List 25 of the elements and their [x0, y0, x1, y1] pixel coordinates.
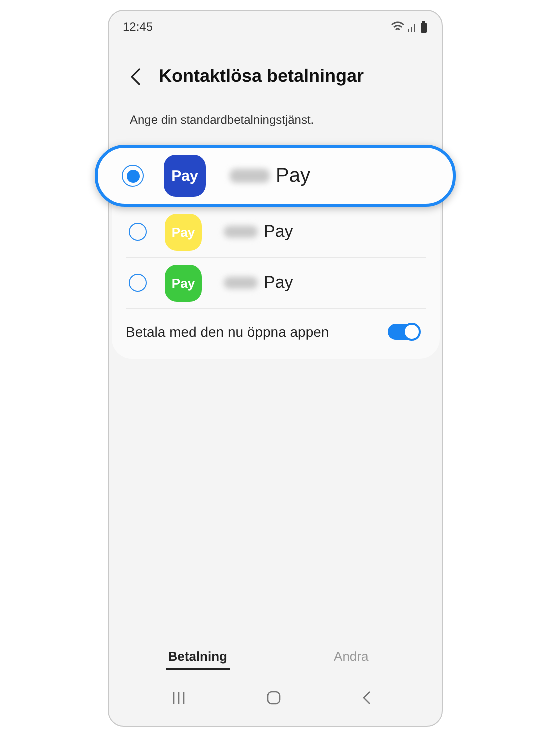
status-time: 12:45	[123, 20, 154, 34]
radio-button[interactable]	[129, 223, 147, 241]
radio-button[interactable]	[122, 165, 144, 187]
app-icon: Pay	[165, 214, 202, 250]
app-icon: Pay	[164, 155, 206, 197]
section-description: Ange din standardbetalningstjänst.	[129, 112, 316, 127]
toggle-switch[interactable]	[388, 324, 420, 340]
page-title: Kontaktlösa betalningar	[159, 66, 364, 87]
service-row[interactable]: Pay Pay	[126, 258, 426, 308]
redacted-name	[224, 277, 258, 289]
radio-button[interactable]	[129, 274, 147, 292]
tab[interactable]: Betalning	[166, 645, 230, 670]
home-icon[interactable]	[266, 691, 280, 705]
status-icons	[391, 21, 429, 33]
service-name: Pay	[276, 164, 310, 188]
service-row[interactable]: Pay Pay	[126, 207, 426, 257]
redacted-name	[230, 169, 270, 183]
service-name: Pay	[264, 273, 294, 293]
recent-apps-icon[interactable]	[172, 691, 186, 705]
service-name: Pay	[264, 222, 294, 242]
redacted-name	[224, 226, 258, 238]
setting-label: Betala med den nu öppna appen	[126, 324, 330, 340]
back-icon[interactable]	[131, 68, 141, 86]
app-icon: Pay	[165, 264, 202, 302]
highlighted-service-row[interactable]: Pay Pay	[95, 145, 456, 207]
